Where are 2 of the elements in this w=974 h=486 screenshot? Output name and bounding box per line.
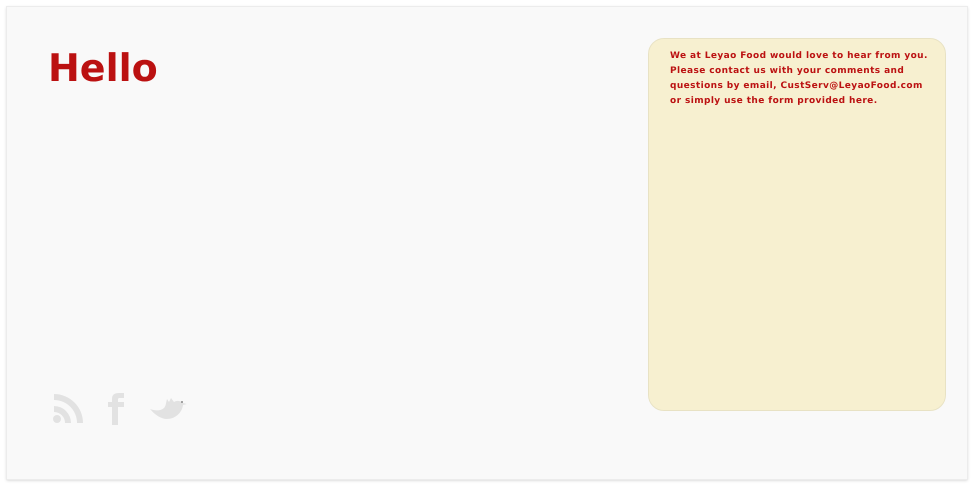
contact-note: We at Leyao Food would love to hear from you. Please contact us with your comments and questions by email, CustServ@LeyaoFood.com or simply use the form provided here.	[670, 50, 929, 108]
page-heading: Hello	[48, 49, 159, 87]
